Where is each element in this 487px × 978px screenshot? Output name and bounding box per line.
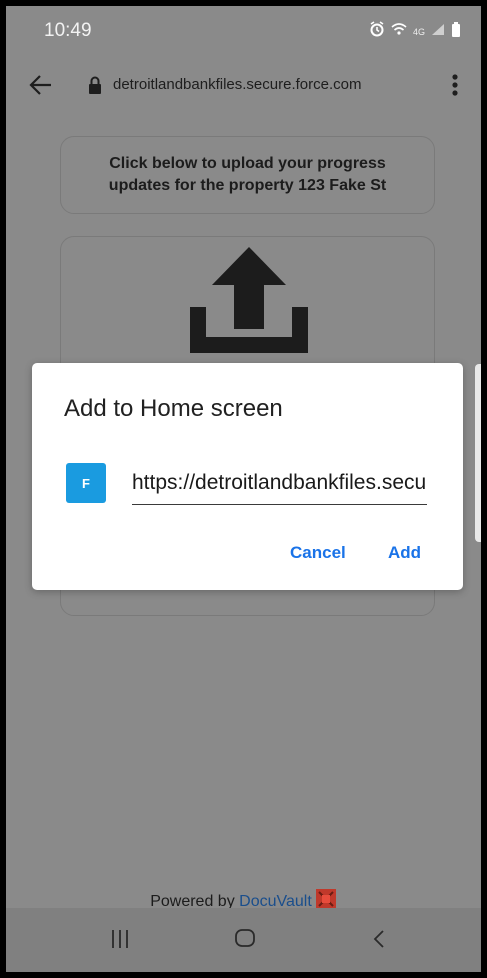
battery-icon — [451, 21, 461, 42]
recent-apps-icon[interactable] — [110, 928, 130, 950]
shortcut-name-input[interactable] — [132, 461, 427, 505]
add-to-home-dialog: Add to Home screen F Cancel Add — [32, 363, 463, 590]
url-text[interactable]: detroitlandbankfiles.secure.force.com — [113, 76, 361, 93]
phone-screen: 10:49 4G detroitlandbankfiles.secure.for… — [6, 6, 481, 972]
info-card: Click below to upload your progress upda… — [60, 136, 435, 214]
more-vert-icon[interactable] — [445, 70, 465, 100]
home-icon[interactable] — [234, 927, 256, 949]
dialog-title: Add to Home screen — [64, 395, 283, 422]
signal-icon — [431, 23, 445, 41]
info-text: Click below to upload your progress upda… — [108, 155, 387, 194]
wifi-icon — [391, 22, 407, 41]
alarm-icon — [369, 21, 385, 42]
docuvault-logo — [315, 888, 337, 910]
status-time: 10:49 — [44, 20, 92, 41]
lte-icon: 4G — [412, 26, 425, 37]
nav-bar — [6, 908, 481, 972]
status-icons: 4G — [369, 21, 461, 42]
add-button[interactable]: Add — [388, 543, 421, 563]
upload-icon[interactable] — [188, 245, 310, 355]
back-arrow-icon[interactable] — [28, 72, 54, 98]
lock-icon — [88, 76, 102, 94]
back-icon[interactable] — [372, 928, 386, 950]
address-bar: detroitlandbankfiles.secure.force.com — [6, 56, 481, 116]
cancel-button[interactable]: Cancel — [290, 543, 346, 563]
status-bar: 10:49 4G — [6, 6, 481, 56]
scroll-handle[interactable] — [475, 364, 481, 542]
site-icon: F — [66, 463, 106, 503]
